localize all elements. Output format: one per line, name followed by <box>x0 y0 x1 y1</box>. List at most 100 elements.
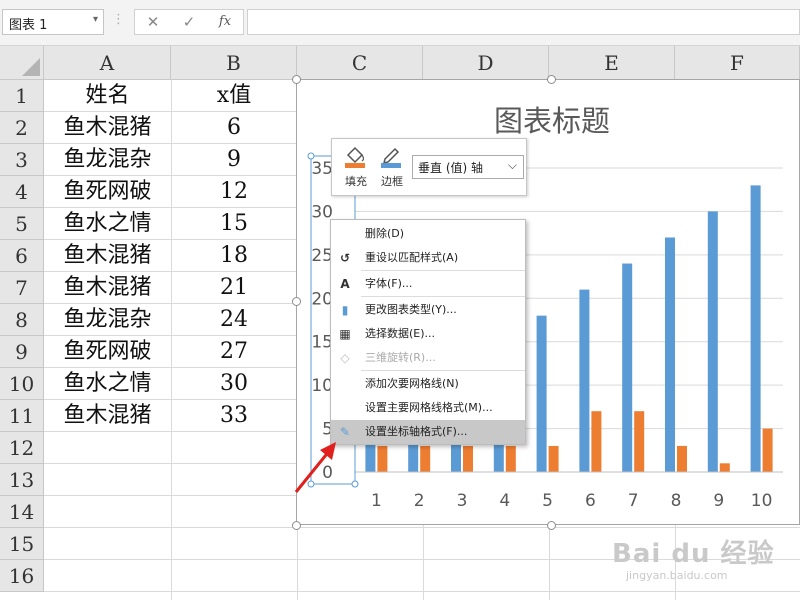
axis-selection-handle[interactable] <box>307 152 315 160</box>
menu-separator <box>361 270 525 271</box>
context-menu-item[interactable]: ◇ 三维旋转(R)... <box>331 346 525 370</box>
row-header-16[interactable]: 16 <box>0 560 44 592</box>
row-header-3[interactable]: 3 <box>0 144 44 176</box>
cell-A9[interactable]: 鱼死网破 <box>44 336 171 368</box>
chart-resize-handle[interactable] <box>547 75 556 84</box>
chart-resize-handle[interactable] <box>292 75 301 84</box>
column-header-f[interactable]: F <box>675 46 800 80</box>
row-header-8[interactable]: 8 <box>0 304 44 336</box>
cell-A7[interactable]: 鱼木混猪 <box>44 272 171 304</box>
bar-series2-9[interactable] <box>719 463 730 472</box>
fill-label: 填充 <box>345 175 367 188</box>
cell-B4[interactable]: 12 <box>171 176 297 208</box>
bar-series1-6[interactable] <box>579 289 590 472</box>
row-header-11[interactable]: 11 <box>0 400 44 432</box>
x-tick-label: 4 <box>499 491 510 511</box>
cell-B6[interactable]: 18 <box>171 240 297 272</box>
cell-B2[interactable]: 6 <box>171 112 297 144</box>
cell-B7[interactable]: 21 <box>171 272 297 304</box>
cell-A8[interactable]: 鱼龙混杂 <box>44 304 171 336</box>
row-header-2[interactable]: 2 <box>0 112 44 144</box>
column-header-a[interactable]: A <box>44 46 171 80</box>
bar-series2-5[interactable] <box>548 445 559 472</box>
bar-series1-5[interactable] <box>536 315 547 472</box>
reset-style-icon: ↺ <box>339 251 351 265</box>
fill-button[interactable]: 填充 <box>338 143 374 193</box>
bar-series2-10[interactable] <box>762 428 773 472</box>
chart-resize-handle[interactable] <box>292 521 301 530</box>
bar-series2-8[interactable] <box>677 445 687 472</box>
bar-series2-1[interactable] <box>377 445 388 472</box>
cell-B10[interactable]: 30 <box>171 368 297 400</box>
row-header-6[interactable]: 6 <box>0 240 44 272</box>
bar-series2-2[interactable] <box>420 445 431 472</box>
chart-element-value: 垂直 (值) 轴 <box>418 161 483 175</box>
context-menu-label: 字体(F)... <box>365 277 413 290</box>
cell-A5[interactable]: 鱼水之情 <box>44 208 171 240</box>
cell-B11[interactable]: 33 <box>171 400 297 432</box>
row-header-14[interactable]: 14 <box>0 496 44 528</box>
chart-element-select[interactable]: 垂直 (值) 轴 ⌵ <box>412 155 524 179</box>
cancel-icon[interactable]: ✕ <box>138 10 168 34</box>
context-menu-item[interactable]: 设置主要网格线格式(M)... <box>331 396 525 420</box>
x-tick-label: 5 <box>542 491 553 511</box>
cell-B8[interactable]: 24 <box>171 304 297 336</box>
menu-separator <box>361 296 525 297</box>
bar-series1-9[interactable] <box>707 211 718 472</box>
bar-series2-3[interactable] <box>463 445 473 472</box>
bar-series1-7[interactable] <box>622 263 633 472</box>
bar-series2-6[interactable] <box>591 411 602 472</box>
formula-input[interactable] <box>247 9 800 35</box>
cell-A11[interactable]: 鱼木混猪 <box>44 400 171 432</box>
column-header-d[interactable]: D <box>423 46 549 80</box>
row-header-5[interactable]: 5 <box>0 208 44 240</box>
context-menu-item[interactable]: A 字体(F)... <box>331 272 525 296</box>
bar-series2-4[interactable] <box>505 445 516 472</box>
column-header-c[interactable]: C <box>297 46 423 80</box>
insert-function-icon[interactable]: fx <box>210 10 240 34</box>
row-header-7[interactable]: 7 <box>0 272 44 304</box>
cell-B9[interactable]: 27 <box>171 336 297 368</box>
y-tick-label: 35 <box>311 159 333 179</box>
border-button[interactable]: 边框 <box>374 143 410 193</box>
chart-resize-handle[interactable] <box>547 521 556 530</box>
x-tick-label: 9 <box>713 491 724 511</box>
select-all-corner[interactable] <box>0 46 44 80</box>
formula-bar: 图表 1 ▾ ⋮ ✕ ✓ fx <box>0 0 800 46</box>
column-header-e[interactable]: E <box>549 46 675 80</box>
cell-A10[interactable]: 鱼水之情 <box>44 368 171 400</box>
column-header-b[interactable]: B <box>171 46 297 80</box>
cell-A2[interactable]: 鱼木混猪 <box>44 112 171 144</box>
3d-rotation-icon: ◇ <box>340 351 350 365</box>
cell-B1[interactable]: x值 <box>171 80 297 112</box>
bar-series1-8[interactable] <box>665 237 675 472</box>
context-menu-item[interactable]: 删除(D) <box>331 222 525 246</box>
context-menu-item[interactable]: ↺ 重设以匹配样式(A) <box>331 246 525 270</box>
row-header-15[interactable]: 15 <box>0 528 44 560</box>
context-menu-item[interactable]: ✎ 设置坐标轴格式(F)... <box>331 420 525 444</box>
context-menu-item[interactable]: ▮ 更改图表类型(Y)... <box>331 298 525 322</box>
context-menu-item[interactable]: ▦ 选择数据(E)... <box>331 322 525 346</box>
cell-B5[interactable]: 15 <box>171 208 297 240</box>
chart-resize-handle[interactable] <box>292 297 301 306</box>
row-header-9[interactable]: 9 <box>0 336 44 368</box>
row-header-4[interactable]: 4 <box>0 176 44 208</box>
enter-icon[interactable]: ✓ <box>174 10 204 34</box>
cell-B3[interactable]: 9 <box>171 144 297 176</box>
axis-selection-handle[interactable] <box>351 480 359 488</box>
name-box-dropdown-icon[interactable]: ▾ <box>93 14 98 25</box>
cell-A6[interactable]: 鱼木混猪 <box>44 240 171 272</box>
row-header-1[interactable]: 1 <box>0 80 44 112</box>
context-menu-item[interactable]: 添加次要网格线(N) <box>331 372 525 396</box>
bar-series2-7[interactable] <box>634 411 645 472</box>
chart-type-icon: ▮ <box>341 303 349 317</box>
cell-A1[interactable]: 姓名 <box>44 80 171 112</box>
row-header-13[interactable]: 13 <box>0 464 44 496</box>
cell-A4[interactable]: 鱼死网破 <box>44 176 171 208</box>
bar-series1-10[interactable] <box>750 185 761 472</box>
watermark-brand: Bai du 经验 <box>612 539 775 569</box>
cell-A3[interactable]: 鱼龙混杂 <box>44 144 171 176</box>
row-header-12[interactable]: 12 <box>0 432 44 464</box>
row-header-10[interactable]: 10 <box>0 368 44 400</box>
name-box[interactable]: 图表 1 ▾ <box>2 9 104 35</box>
